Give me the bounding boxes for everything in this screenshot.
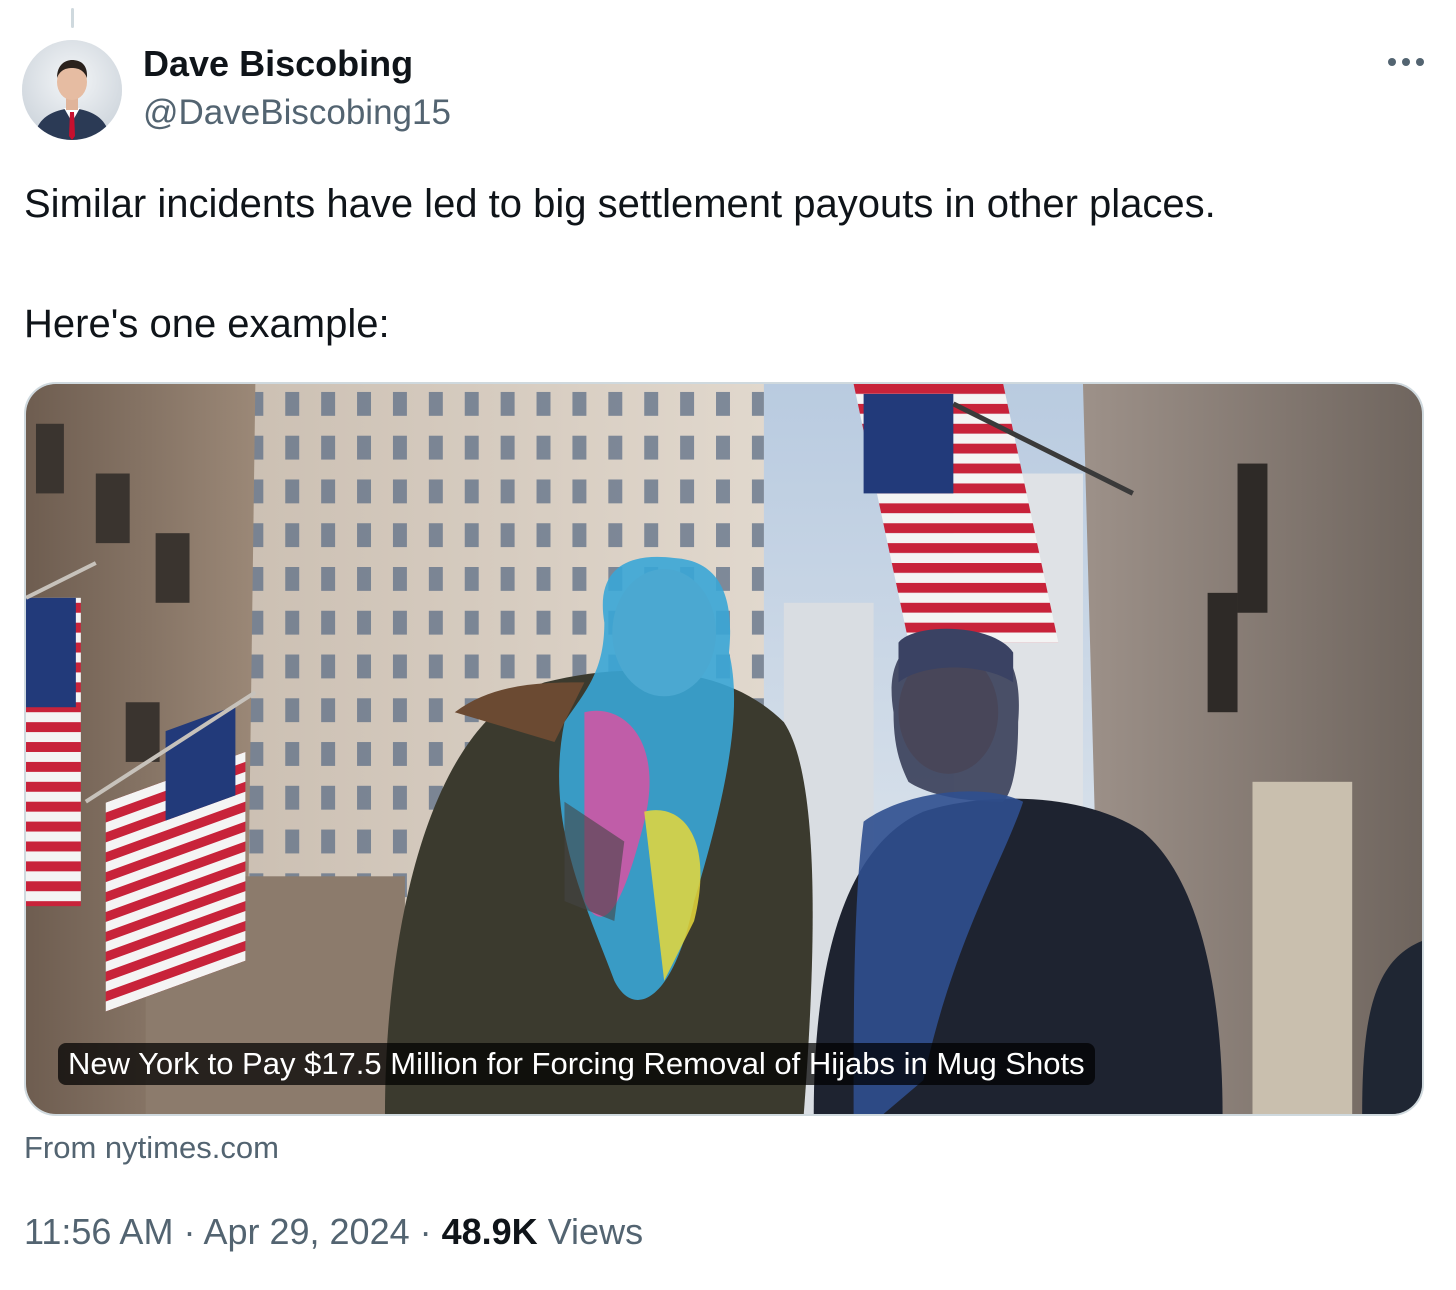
more-horizontal-icon <box>1388 58 1424 66</box>
card-image <box>26 384 1422 1114</box>
tweet-timestamp-link[interactable]: 11:56 AM · Apr 29, 2024 <box>24 1211 410 1252</box>
thread-connector-line <box>71 8 74 28</box>
meta-separator: · <box>173 1211 204 1252</box>
link-card[interactable]: New York to Pay $17.5 Million for Forcin… <box>24 382 1424 1116</box>
avatar-photo <box>22 40 122 140</box>
avatar[interactable] <box>22 40 122 140</box>
card-source[interactable]: From nytimes.com <box>24 1127 279 1169</box>
views-label: Views <box>537 1211 644 1252</box>
tweet-text: Similar incidents have led to big settle… <box>24 182 1216 346</box>
more-options-button[interactable] <box>1376 40 1436 84</box>
tweet-time: 11:56 AM <box>24 1211 174 1252</box>
tweet-meta: 11:56 AM · Apr 29, 2024 · 48.9K Views <box>24 1208 643 1256</box>
tweet-date: Apr 29, 2024 <box>203 1211 410 1252</box>
meta-separator: · <box>409 1211 442 1252</box>
views-count: 48.9K <box>441 1211 538 1252</box>
card-headline: New York to Pay $17.5 Million for Forcin… <box>58 1043 1095 1085</box>
author-display-name[interactable]: Dave Biscobing <box>143 40 413 88</box>
author-handle[interactable]: @DaveBiscobing15 <box>143 90 451 136</box>
